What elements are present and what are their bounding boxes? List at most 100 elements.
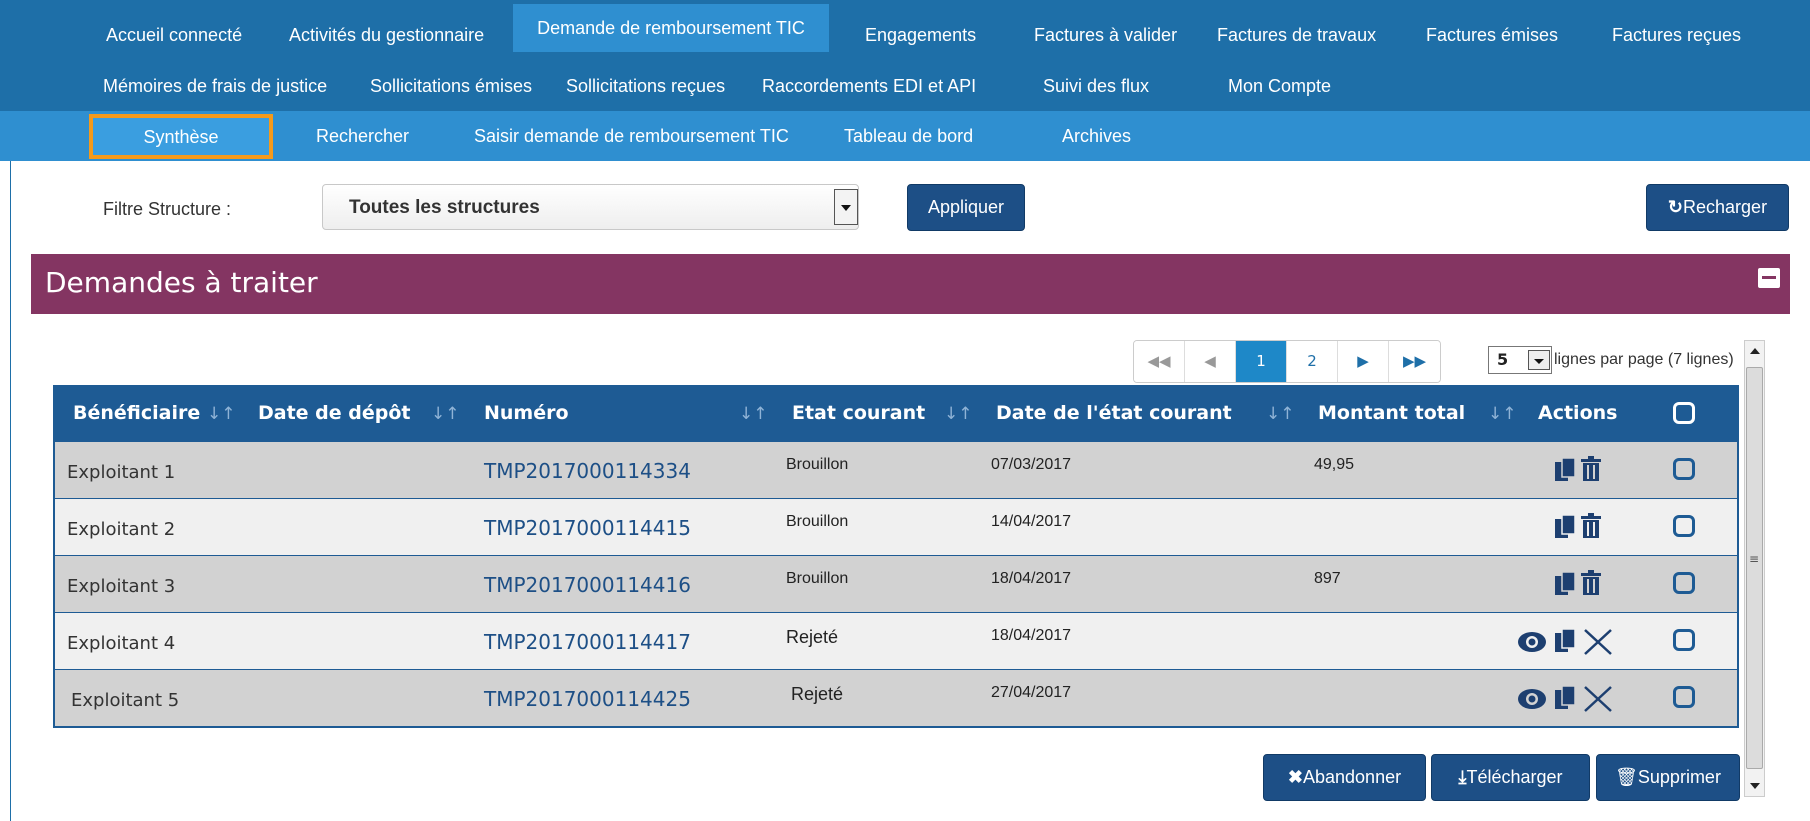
chevron-down-icon[interactable]	[1528, 350, 1550, 370]
nav-memoires-frais-justice[interactable]: Mémoires de frais de justice	[103, 75, 327, 97]
nav-factures-a-valider[interactable]: Factures à valider	[1034, 24, 1177, 46]
sort-icon[interactable]: ↓↑	[1266, 404, 1295, 424]
first-page-icon[interactable]: ◀◀	[1134, 341, 1185, 382]
select-all-checkbox[interactable]	[1673, 402, 1695, 424]
copy-icon[interactable]	[1554, 571, 1578, 601]
apply-button[interactable]: Appliquer	[907, 184, 1025, 231]
download-button-label: Télécharger	[1466, 767, 1563, 787]
structure-select[interactable]: Toutes les structures	[322, 184, 859, 230]
subnav-saisir-demande[interactable]: Saisir demande de remboursement TIC	[474, 125, 789, 147]
nav-raccordements-edi-api[interactable]: Raccordements EDI et API	[762, 75, 976, 97]
cell-numero-link[interactable]: TMP2017000114416	[484, 573, 691, 597]
cell-numero-link[interactable]: TMP2017000114425	[484, 687, 691, 711]
nav-suivi-des-flux[interactable]: Suivi des flux	[1043, 75, 1149, 97]
nav-factures-de-travaux[interactable]: Factures de travaux	[1217, 24, 1376, 46]
cell-etat: Rejeté	[786, 627, 839, 647]
nav-accueil-connecte[interactable]: Accueil connecté	[106, 24, 242, 46]
collapse-icon[interactable]	[1758, 268, 1780, 288]
nav-factures-emises[interactable]: Factures émises	[1426, 24, 1558, 46]
cell-numero-link[interactable]: TMP2017000114417	[484, 630, 691, 654]
chevron-down-icon[interactable]	[834, 189, 858, 225]
col-date-etat[interactable]: Date de l'état courant	[996, 402, 1232, 424]
scroll-thumb[interactable]	[1746, 367, 1763, 769]
table-row[interactable]: Exploitant 1 TMP2017000114334 Brouillon …	[55, 441, 1737, 498]
subnav-synthese[interactable]: Synthèse	[89, 114, 273, 159]
sort-icon[interactable]: ↓↑	[1488, 404, 1517, 424]
sort-icon[interactable]: ↓↑	[739, 404, 768, 424]
delete-button[interactable]: 🗑Supprimer	[1596, 754, 1740, 801]
subnav-rechercher[interactable]: Rechercher	[316, 125, 409, 147]
copy-icon[interactable]	[1554, 457, 1578, 487]
table-header: Bénéficiaire ↓↑ Date de dépôt ↓↑ Numéro …	[55, 387, 1737, 441]
content-border	[10, 161, 11, 821]
cell-numero-link[interactable]: TMP2017000114334	[484, 459, 691, 483]
cell-date-etat: 07/03/2017	[991, 456, 1072, 473]
scroll-up-icon[interactable]	[1745, 341, 1764, 361]
trash-icon[interactable]	[1580, 456, 1602, 486]
cell-montant: 897	[1314, 570, 1341, 587]
subnav-tableau-de-bord[interactable]: Tableau de bord	[844, 125, 973, 147]
nav-demande-remboursement-tic[interactable]: Demande de remboursement TIC	[513, 4, 829, 52]
cell-etat: Brouillon	[786, 570, 849, 587]
col-etat-courant[interactable]: Etat courant	[792, 402, 925, 424]
cell-etat: Rejeté	[791, 684, 844, 704]
table-row[interactable]: Exploitant 2 TMP2017000114415 Brouillon …	[55, 498, 1737, 555]
abandon-button[interactable]: ✖Abandonner	[1263, 754, 1426, 801]
close-icon[interactable]	[1583, 685, 1613, 717]
copy-icon[interactable]	[1554, 514, 1578, 544]
cell-numero-link[interactable]: TMP2017000114415	[484, 516, 691, 540]
structure-select-value: Toutes les structures	[349, 197, 540, 218]
cell-beneficiaire: Exploitant 5	[71, 690, 180, 711]
cell-beneficiaire: Exploitant 3	[67, 576, 176, 597]
row-checkbox[interactable]	[1673, 458, 1695, 480]
copy-icon[interactable]	[1554, 628, 1578, 658]
nav-sollicitations-emises[interactable]: Sollicitations émises	[370, 75, 532, 97]
cell-beneficiaire: Exploitant 4	[67, 633, 176, 654]
nav-factures-recues[interactable]: Factures reçues	[1612, 24, 1741, 46]
sort-icon[interactable]: ↓↑	[431, 404, 460, 424]
nav-sollicitations-recues[interactable]: Sollicitations reçues	[566, 75, 725, 97]
table-scrollbar[interactable]	[1744, 340, 1765, 797]
row-checkbox[interactable]	[1673, 629, 1695, 651]
row-checkbox[interactable]	[1673, 572, 1695, 594]
prev-page-icon[interactable]: ◀	[1185, 341, 1236, 382]
last-page-icon[interactable]: ▶▶	[1389, 341, 1440, 382]
page-1-button[interactable]: 1	[1236, 341, 1287, 382]
rows-per-page-select[interactable]: 5	[1488, 346, 1552, 374]
pagination: ◀◀ ◀ 1 2 ▶ ▶▶	[1133, 340, 1441, 383]
trash-icon[interactable]	[1580, 570, 1602, 600]
trash-icon[interactable]	[1580, 513, 1602, 543]
col-beneficiaire[interactable]: Bénéficiaire	[73, 402, 200, 424]
nav-engagements[interactable]: Engagements	[865, 24, 976, 46]
sort-icon[interactable]: ↓↑	[944, 404, 973, 424]
row-checkbox[interactable]	[1673, 686, 1695, 708]
subnav-archives[interactable]: Archives	[1062, 125, 1131, 147]
download-button[interactable]: ⤓Télécharger	[1431, 754, 1590, 801]
sort-icon[interactable]: ↓↑	[207, 404, 236, 424]
scroll-down-icon[interactable]	[1745, 776, 1764, 796]
table-row[interactable]: Exploitant 5 TMP2017000114425 Rejeté 27/…	[55, 669, 1737, 726]
nav-activites-gestionnaire[interactable]: Activités du gestionnaire	[289, 24, 484, 46]
nav-mon-compte[interactable]: Mon Compte	[1228, 75, 1331, 97]
row-checkbox[interactable]	[1673, 515, 1695, 537]
copy-icon[interactable]	[1554, 685, 1578, 715]
col-montant-total[interactable]: Montant total	[1318, 402, 1465, 424]
cell-date-etat: 14/04/2017	[991, 513, 1072, 530]
eye-icon[interactable]	[1517, 631, 1547, 657]
table-row[interactable]: Exploitant 3 TMP2017000114416 Brouillon …	[55, 555, 1737, 612]
col-date-depot[interactable]: Date de dépôt	[258, 402, 411, 424]
sub-navigation: Synthèse Rechercher Saisir demande de re…	[0, 111, 1810, 161]
panel-title: Demandes à traiter	[45, 266, 318, 299]
col-numero[interactable]: Numéro	[484, 402, 569, 424]
next-page-icon[interactable]: ▶	[1338, 341, 1389, 382]
filter-structure-label: Filtre Structure :	[103, 199, 232, 219]
reload-button[interactable]: ↻Recharger	[1646, 184, 1789, 231]
cell-etat: Brouillon	[786, 456, 849, 473]
eye-icon[interactable]	[1517, 688, 1547, 714]
trash-icon: 🗑	[1615, 767, 1638, 787]
close-icon[interactable]	[1583, 628, 1613, 660]
reload-button-label: Recharger	[1683, 197, 1768, 217]
page-2-button[interactable]: 2	[1287, 341, 1338, 382]
table-row[interactable]: Exploitant 4 TMP2017000114417 Rejeté 18/…	[55, 612, 1737, 669]
delete-button-label: Supprimer	[1637, 767, 1721, 787]
